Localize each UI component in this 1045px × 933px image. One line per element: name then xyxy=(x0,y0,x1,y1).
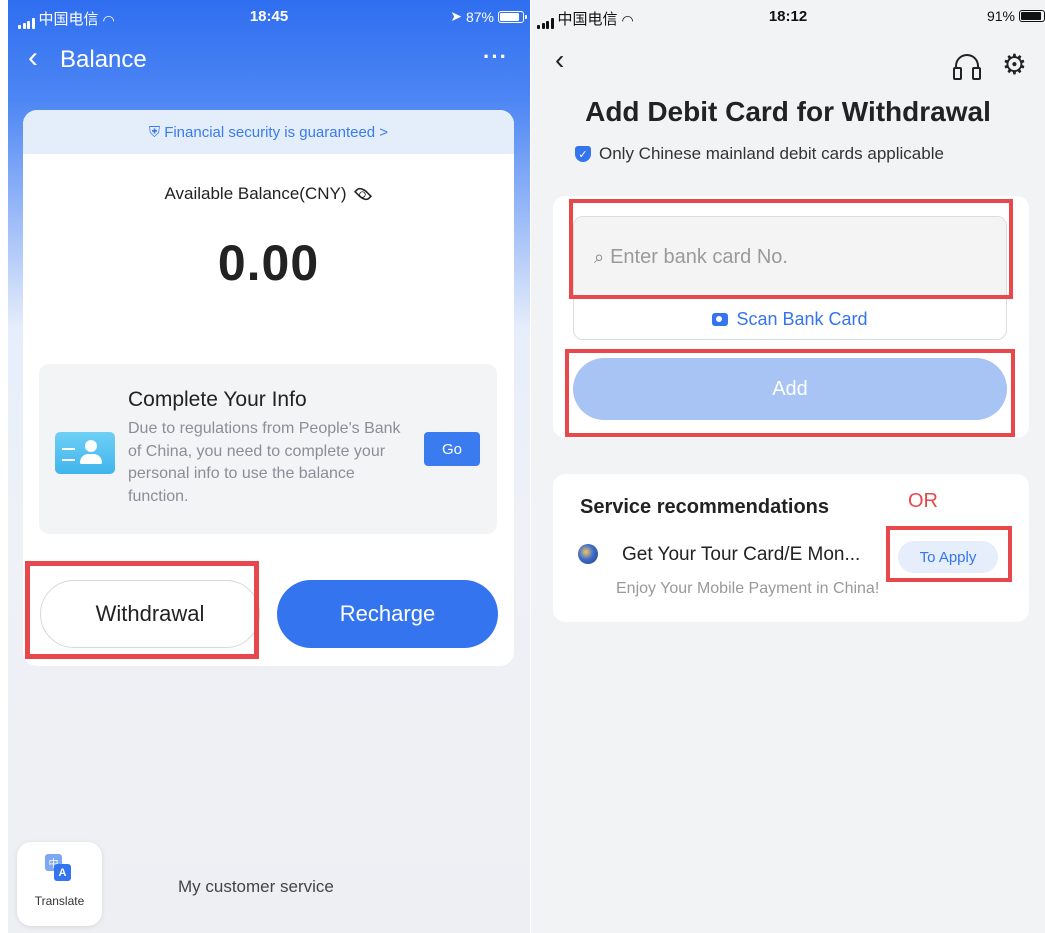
service-item-name[interactable]: Get Your Tour Card/E Mon... xyxy=(622,544,860,566)
eye-icon[interactable] xyxy=(353,184,372,204)
translate-label: Translate xyxy=(34,894,85,908)
apply-highlight-box xyxy=(886,526,1012,582)
battery-percent: 91% xyxy=(986,8,1015,24)
battery-icon xyxy=(1019,10,1045,22)
translate-icon: 中A xyxy=(45,854,71,882)
go-button[interactable]: Go xyxy=(424,432,480,466)
scan-bank-card-button[interactable]: Scan Bank Card xyxy=(574,297,1006,341)
camera-icon xyxy=(712,312,729,326)
add-card-screen: 中国电信 ◠ 18:12 91% ‹ ⚙ Add Debit Card for … xyxy=(531,0,1045,933)
status-bar: 中国电信 ◠ 18:12 91% xyxy=(531,0,1045,34)
nav-bar: ‹ ⚙ xyxy=(555,44,1029,80)
page-title: Add Debit Card for Withdrawal xyxy=(585,96,991,127)
back-icon[interactable]: ‹ xyxy=(555,44,564,76)
security-banner[interactable]: ⛨ Financial security is guaranteed > xyxy=(23,110,514,154)
service-title: Service recommendations xyxy=(580,496,829,518)
note-text: Only Chinese mainland debit cards applic… xyxy=(599,144,944,163)
service-item-description: Enjoy Your Mobile Payment in China! xyxy=(616,580,880,597)
status-time: 18:12 xyxy=(768,8,808,25)
back-icon[interactable]: ‹ xyxy=(28,42,38,74)
status-bar: 中国电信 ◠ 18:45 ➤ 87% xyxy=(8,0,530,34)
info-text: Due to regulations from People's Bank of… xyxy=(128,420,401,505)
info-title: Complete Your Info xyxy=(128,388,307,411)
nav-bar: ‹ Balance ··· xyxy=(28,42,508,78)
balance-label-row: Available Balance(CNY) xyxy=(23,184,514,204)
page-title: Balance xyxy=(60,46,147,73)
balance-amount: 0.00 xyxy=(217,235,320,291)
complete-info-card: Complete Your Info Due to regulations fr… xyxy=(39,364,497,534)
id-card-icon xyxy=(55,432,115,474)
balance-label: Available Balance(CNY) xyxy=(164,184,347,203)
input-highlight-box xyxy=(569,199,1013,299)
recharge-button[interactable]: Recharge xyxy=(277,580,498,648)
scan-label: Scan Bank Card xyxy=(736,308,868,329)
tour-card-icon xyxy=(578,544,598,564)
more-icon[interactable]: ··· xyxy=(483,44,508,70)
shield-check-icon: ✓ xyxy=(575,146,591,162)
balance-screen: 中国电信 ◠ 18:45 ➤ 87% ‹ Balance ··· ⛨ Finan… xyxy=(8,0,530,933)
withdrawal-highlight-box xyxy=(25,561,259,659)
customer-service-link[interactable]: My customer service xyxy=(178,877,334,897)
translate-button[interactable]: 中A Translate xyxy=(17,842,102,926)
security-text: Financial security is guaranteed > xyxy=(164,123,389,141)
battery-percent: 87% xyxy=(465,8,494,25)
location-icon: ➤ xyxy=(450,8,462,24)
shield-icon: ⛨ xyxy=(148,123,161,141)
battery-icon xyxy=(498,10,527,23)
applicability-note: ✓ Only Chinese mainland debit cards appl… xyxy=(575,144,944,164)
gear-icon[interactable]: ⚙ xyxy=(1002,48,1027,81)
headset-icon[interactable] xyxy=(953,54,981,80)
or-annotation: OR xyxy=(908,490,938,512)
add-highlight-box xyxy=(565,349,1015,437)
